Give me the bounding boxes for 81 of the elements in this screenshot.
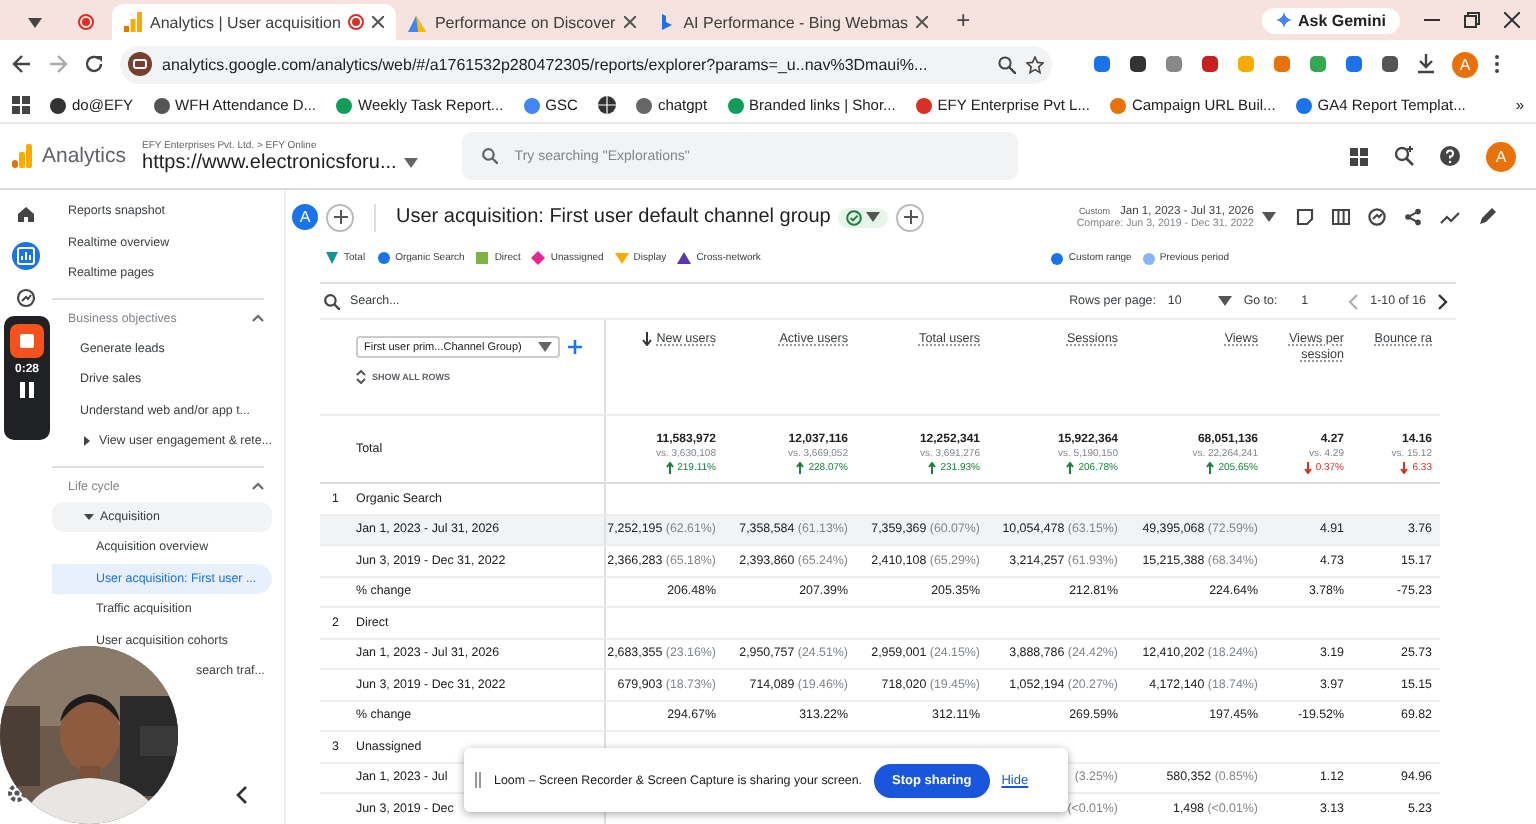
caret-icon[interactable]: [538, 342, 552, 352]
sparkle-icon: [1275, 12, 1292, 28]
plus-icon: [333, 210, 347, 224]
plus-icon[interactable]: [568, 340, 582, 354]
browser-tab[interactable]: Performance on Discover: [396, 4, 648, 40]
close-icon[interactable]: [623, 16, 636, 28]
comparison-avatar[interactable]: A: [292, 204, 318, 230]
property-selector[interactable]: https://www.electronicsforu...: [142, 151, 419, 173]
browser-tab[interactable]: Analytics | User acquisition: [112, 4, 397, 40]
new-tab-button[interactable]: +: [940, 6, 987, 34]
plus-icon: [903, 210, 918, 224]
note-icon[interactable]: [1296, 208, 1314, 226]
chart-icon: [408, 13, 427, 31]
gauge-icon[interactable]: [1368, 208, 1386, 226]
star-icon[interactable]: [1026, 55, 1044, 73]
browser-tab[interactable]: AI Performance - Bing Webmas: [647, 4, 941, 40]
next-icon[interactable]: [1438, 293, 1448, 309]
status-chip[interactable]: [838, 207, 889, 227]
caret-icon: [83, 511, 93, 522]
chevron-icon: [252, 482, 264, 490]
expand-icon: [356, 370, 366, 384]
chevron-icon: [252, 314, 264, 322]
caret-icon: [82, 436, 93, 447]
rail-button[interactable]: [12, 242, 40, 270]
close-icon[interactable]: [1504, 12, 1520, 28]
columns-icon[interactable]: [1332, 208, 1350, 226]
caret-icon[interactable]: [866, 212, 881, 222]
report-title: User acquisition: First user default channel group: [396, 206, 831, 228]
stop-icon: [20, 334, 34, 348]
bar-chart-icon: [124, 12, 142, 32]
more-icon[interactable]: [1494, 54, 1500, 74]
analytics-logo-icon: [12, 144, 32, 168]
sort-arrow-icon[interactable]: [642, 332, 653, 346]
add-button[interactable]: [896, 203, 925, 231]
site-icon: [336, 97, 352, 113]
zoom-icon[interactable]: [998, 55, 1016, 73]
app-name: Analytics: [42, 144, 127, 168]
site-icon: [915, 97, 932, 113]
help-icon[interactable]: [1440, 146, 1460, 166]
site-icon: [635, 97, 652, 113]
chevron-left-icon[interactable]: [236, 786, 248, 804]
site-icon: [1295, 97, 1312, 113]
caret-icon[interactable]: [404, 157, 419, 167]
restore-icon[interactable]: [1464, 12, 1480, 28]
globe-icon[interactable]: [597, 96, 616, 114]
apps-icon[interactable]: [12, 96, 30, 114]
search-icon: [324, 293, 340, 309]
close-icon[interactable]: [372, 16, 385, 28]
site-icon: [1109, 97, 1126, 113]
check-circle-icon: [846, 209, 863, 225]
share-icon[interactable]: [1404, 208, 1422, 226]
back-icon[interactable]: [12, 54, 32, 74]
site-icon: [523, 97, 540, 113]
bar-chart-icon: [16, 246, 36, 266]
site-icon: [128, 52, 152, 76]
apps-icon[interactable]: [1350, 147, 1368, 165]
home-icon[interactable]: [16, 204, 36, 224]
letter-b-icon: [659, 13, 676, 31]
settings-icon[interactable]: [6, 782, 28, 804]
stop-recording-button[interactable]: [10, 324, 44, 358]
site-icon: [153, 97, 170, 113]
close-icon[interactable]: [916, 16, 929, 28]
drag-handle-icon[interactable]: [474, 772, 482, 788]
reload-icon[interactable]: [84, 54, 104, 74]
site-icon: [727, 97, 744, 113]
record-icon: [78, 14, 94, 30]
trend-icon[interactable]: [1440, 208, 1460, 226]
site-icon: [50, 97, 66, 113]
download-icon[interactable]: [1416, 54, 1436, 74]
search-icon[interactable]: [1394, 146, 1414, 166]
search-icon: [482, 148, 499, 164]
address-bar[interactable]: analytics.google.com/analytics/web/#/a1761532p280472305/reports/explorer?params=_u..nav%3Dmaui%...: [120, 45, 1052, 83]
caret-icon[interactable]: [1262, 212, 1276, 222]
record-icon: [348, 14, 365, 30]
gemini-button[interactable]: Ask Gemini: [1261, 7, 1400, 33]
caret-icon[interactable]: [27, 17, 41, 27]
explore-icon[interactable]: [16, 288, 36, 308]
add-button[interactable]: [326, 203, 354, 231]
pencil-icon[interactable]: [1478, 208, 1496, 226]
pause-icon[interactable]: [20, 382, 34, 398]
caret-icon[interactable]: [1217, 296, 1232, 306]
